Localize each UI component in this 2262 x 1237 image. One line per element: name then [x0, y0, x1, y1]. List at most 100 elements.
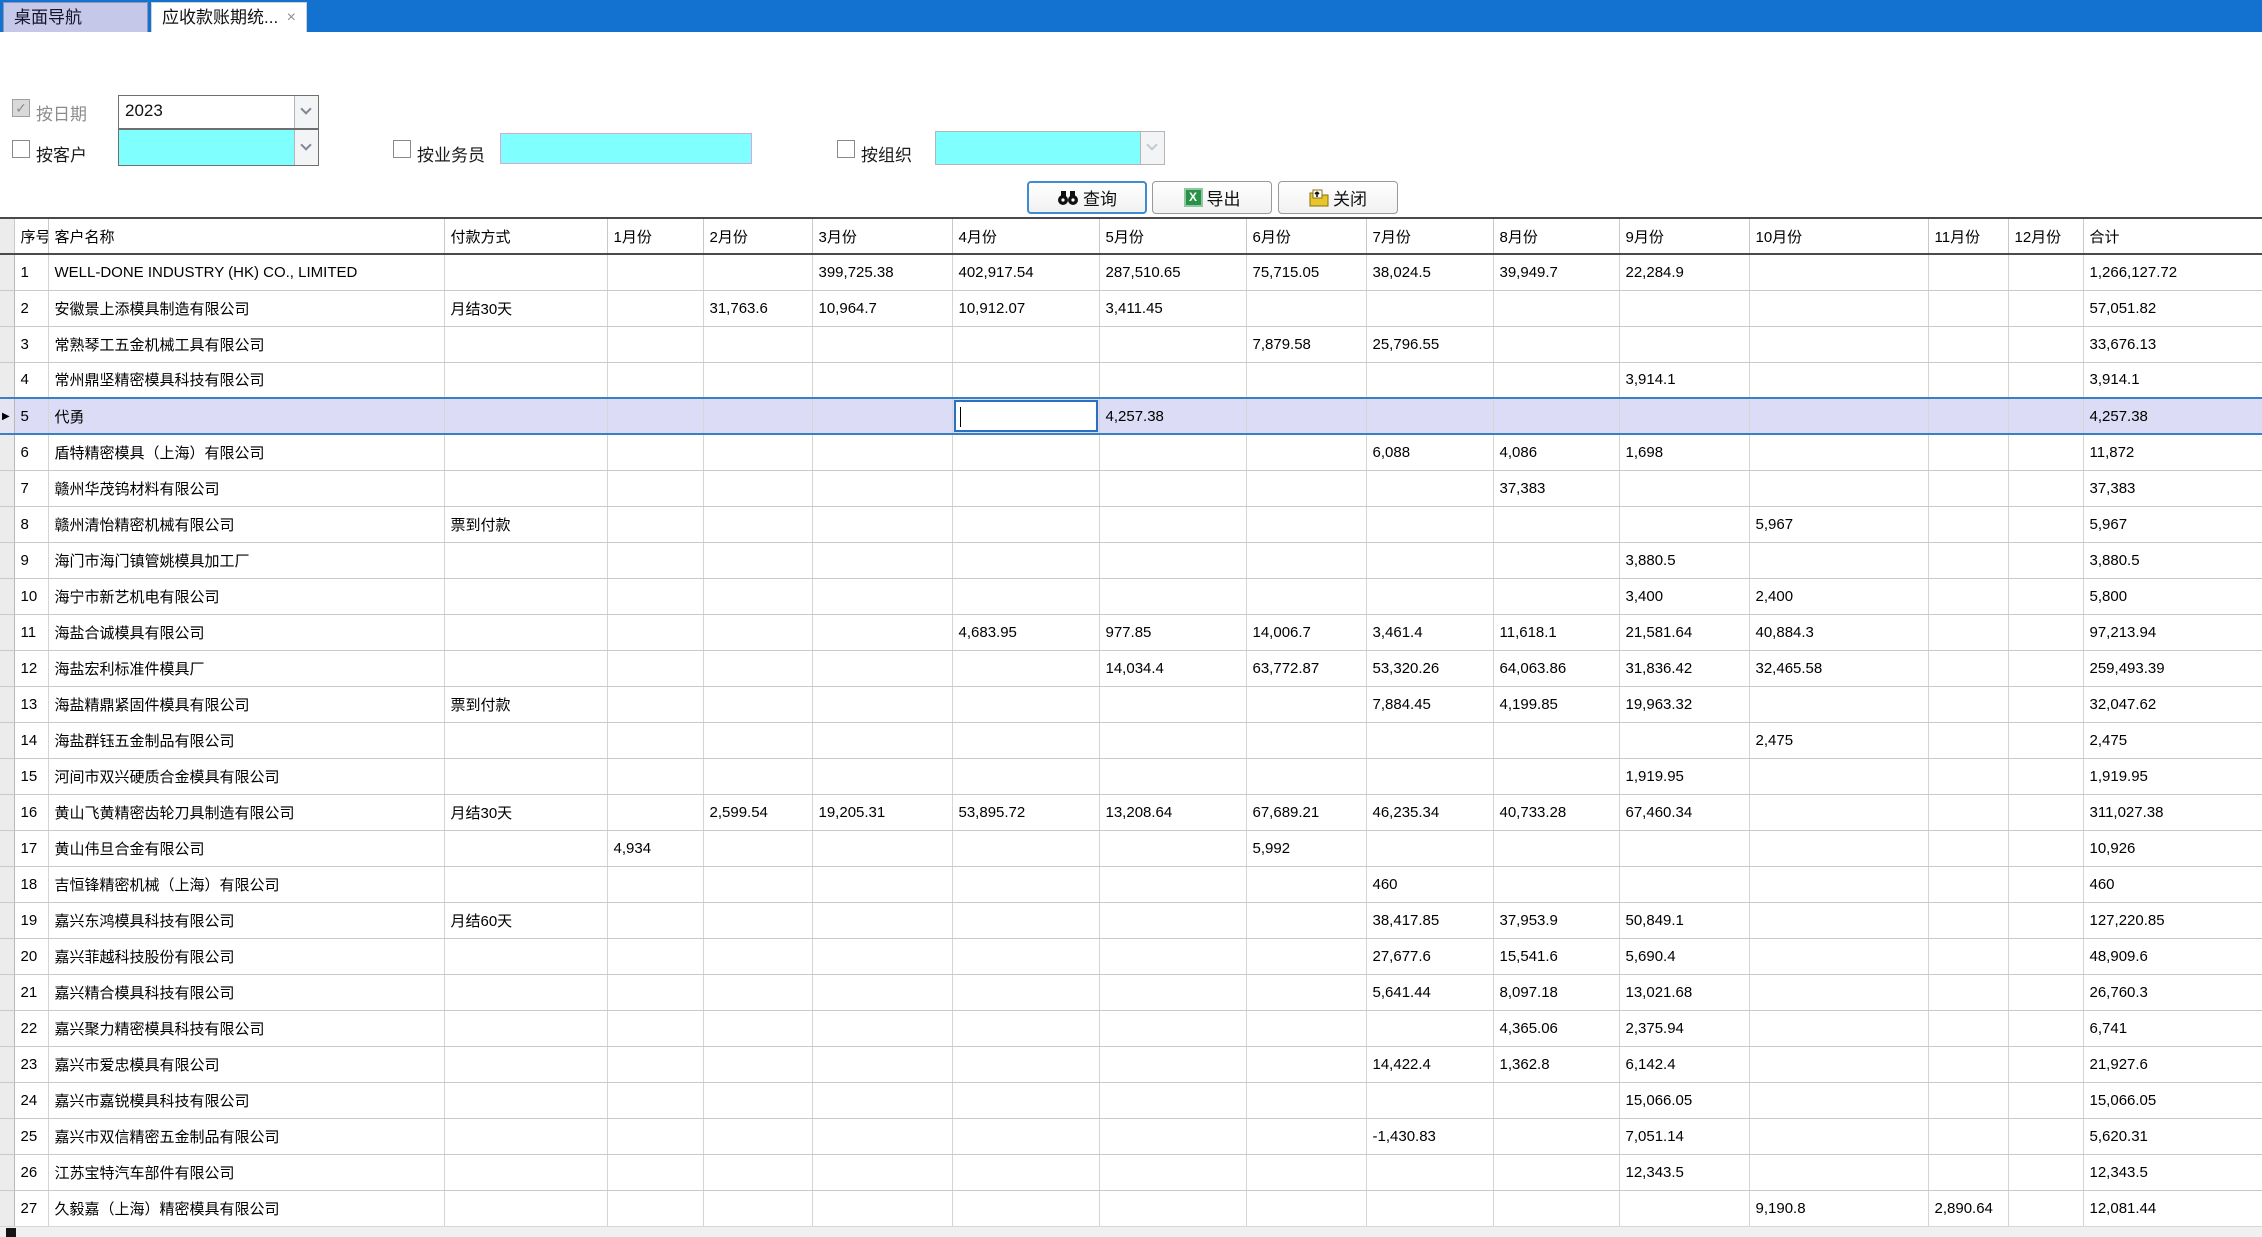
cell-month[interactable]	[812, 686, 952, 722]
cell-month[interactable]	[1366, 506, 1493, 542]
cell-row-number[interactable]: 25	[14, 1118, 48, 1154]
cell-row-number[interactable]: 9	[14, 542, 48, 578]
cell-month[interactable]	[1246, 1010, 1366, 1046]
column-header[interactable]: 11月份	[1928, 218, 2008, 254]
query-button[interactable]: 查询	[1027, 181, 1147, 214]
table-row[interactable]: 16黄山飞黄精密齿轮刀具制造有限公司月结30天2,599.5419,205.31…	[0, 794, 2262, 830]
cell-total[interactable]: 5,800	[2083, 578, 2262, 614]
cell-month[interactable]	[1099, 542, 1246, 578]
cell-month[interactable]	[1619, 506, 1749, 542]
cell-month[interactable]	[812, 650, 952, 686]
table-row[interactable]: 13海盐精鼎紧固件模具有限公司票到付款7,884.454,199.8519,96…	[0, 686, 2262, 722]
cell-month[interactable]: 6,088	[1366, 434, 1493, 470]
cell-payment-method[interactable]: 票到付款	[444, 506, 607, 542]
row-marker[interactable]	[0, 830, 14, 866]
cell-month[interactable]	[1619, 290, 1749, 326]
cell-month[interactable]	[1246, 1082, 1366, 1118]
column-header[interactable]: 3月份	[812, 218, 952, 254]
cell-month[interactable]	[607, 578, 703, 614]
cell-month[interactable]	[1246, 722, 1366, 758]
row-marker[interactable]	[0, 470, 14, 506]
cell-customer-name[interactable]: 海门市海门镇管姚模具加工厂	[48, 542, 444, 578]
row-marker[interactable]	[0, 326, 14, 362]
cell-month[interactable]	[1619, 326, 1749, 362]
cell-month[interactable]: 39,949.7	[1493, 254, 1619, 290]
cell-month[interactable]	[1749, 1082, 1928, 1118]
row-marker[interactable]	[0, 938, 14, 974]
cell-total[interactable]: 6,741	[2083, 1010, 2262, 1046]
table-row[interactable]: 27久毅嘉（上海）精密模具有限公司9,190.82,890.6412,081.4…	[0, 1190, 2262, 1226]
cell-customer-name[interactable]: 江苏宝特汽车部件有限公司	[48, 1154, 444, 1190]
cell-month[interactable]	[812, 398, 952, 434]
cell-month[interactable]	[1246, 506, 1366, 542]
tab-desktop-nav[interactable]: 桌面导航	[3, 2, 148, 32]
cell-total[interactable]: 33,676.13	[2083, 326, 2262, 362]
row-marker[interactable]	[0, 722, 14, 758]
cell-total[interactable]: 57,051.82	[2083, 290, 2262, 326]
cell-customer-name[interactable]: 代勇	[48, 398, 444, 434]
row-marker[interactable]	[0, 1082, 14, 1118]
cell-payment-method[interactable]	[444, 362, 607, 398]
cell-month[interactable]: 8,097.18	[1493, 974, 1619, 1010]
cell-payment-method[interactable]	[444, 722, 607, 758]
cell-month[interactable]	[703, 974, 812, 1010]
cell-row-number[interactable]: 18	[14, 866, 48, 902]
cell-row-number[interactable]: 21	[14, 974, 48, 1010]
row-marker[interactable]	[0, 650, 14, 686]
cell-total[interactable]: 97,213.94	[2083, 614, 2262, 650]
cell-month[interactable]	[952, 1190, 1099, 1226]
cell-month[interactable]	[703, 1010, 812, 1046]
cell-customer-name[interactable]: 盾特精密模具（上海）有限公司	[48, 434, 444, 470]
cell-month[interactable]	[1493, 506, 1619, 542]
cell-month[interactable]	[1246, 758, 1366, 794]
cell-month[interactable]	[1749, 542, 1928, 578]
cell-month[interactable]	[2008, 758, 2083, 794]
cell-payment-method[interactable]: 票到付款	[444, 686, 607, 722]
cell-month[interactable]	[812, 1010, 952, 1046]
cell-month[interactable]	[2008, 1082, 2083, 1118]
cell-month[interactable]	[703, 830, 812, 866]
row-marker[interactable]	[0, 506, 14, 542]
cell-month[interactable]	[1366, 1010, 1493, 1046]
cell-customer-name[interactable]: 嘉兴市双信精密五金制品有限公司	[48, 1118, 444, 1154]
cell-customer-name[interactable]: 嘉兴精合模具科技有限公司	[48, 974, 444, 1010]
cell-month[interactable]	[2008, 290, 2083, 326]
cell-month[interactable]: 64,063.86	[1493, 650, 1619, 686]
customer-combobox[interactable]	[118, 129, 319, 166]
table-row[interactable]: 25嘉兴市双信精密五金制品有限公司-1,430.837,051.145,620.…	[0, 1118, 2262, 1154]
by-salesman-checkbox[interactable]	[393, 140, 411, 158]
cell-month[interactable]	[952, 866, 1099, 902]
cell-payment-method[interactable]	[444, 578, 607, 614]
org-combobox[interactable]	[935, 131, 1165, 165]
table-row[interactable]: 17黄山伟旦合金有限公司4,9345,99210,926	[0, 830, 2262, 866]
cell-month[interactable]: 14,422.4	[1366, 1046, 1493, 1082]
table-row[interactable]: 14海盐群钰五金制品有限公司2,4752,475	[0, 722, 2262, 758]
cell-month[interactable]	[607, 434, 703, 470]
cell-month[interactable]: 402,917.54	[952, 254, 1099, 290]
cell-month[interactable]	[1928, 362, 2008, 398]
cell-month[interactable]	[703, 254, 812, 290]
horizontal-scrollbar[interactable]	[0, 1226, 2262, 1237]
cell-month[interactable]	[1246, 470, 1366, 506]
table-row[interactable]: 18吉恒锋精密机械（上海）有限公司460460	[0, 866, 2262, 902]
cell-month[interactable]	[812, 326, 952, 362]
row-marker[interactable]	[0, 542, 14, 578]
cell-month[interactable]: 11,618.1	[1493, 614, 1619, 650]
cell-month[interactable]	[812, 1154, 952, 1190]
cell-month[interactable]	[1099, 578, 1246, 614]
cell-month[interactable]: 399,725.38	[812, 254, 952, 290]
cell-month[interactable]	[2008, 326, 2083, 362]
cell-month[interactable]	[1246, 434, 1366, 470]
cell-month[interactable]	[1246, 542, 1366, 578]
cell-month[interactable]	[1749, 866, 1928, 902]
cell-row-number[interactable]: 26	[14, 1154, 48, 1190]
row-marker[interactable]	[0, 1118, 14, 1154]
cell-total[interactable]: 1,266,127.72	[2083, 254, 2262, 290]
cell-payment-method[interactable]	[444, 1046, 607, 1082]
cell-month[interactable]: 2,890.64	[1928, 1190, 2008, 1226]
cell-customer-name[interactable]: 安徽景上添模具制造有限公司	[48, 290, 444, 326]
cell-month[interactable]: 31,763.6	[703, 290, 812, 326]
cell-month[interactable]	[1749, 902, 1928, 938]
cell-month[interactable]	[607, 326, 703, 362]
cell-payment-method[interactable]	[444, 254, 607, 290]
